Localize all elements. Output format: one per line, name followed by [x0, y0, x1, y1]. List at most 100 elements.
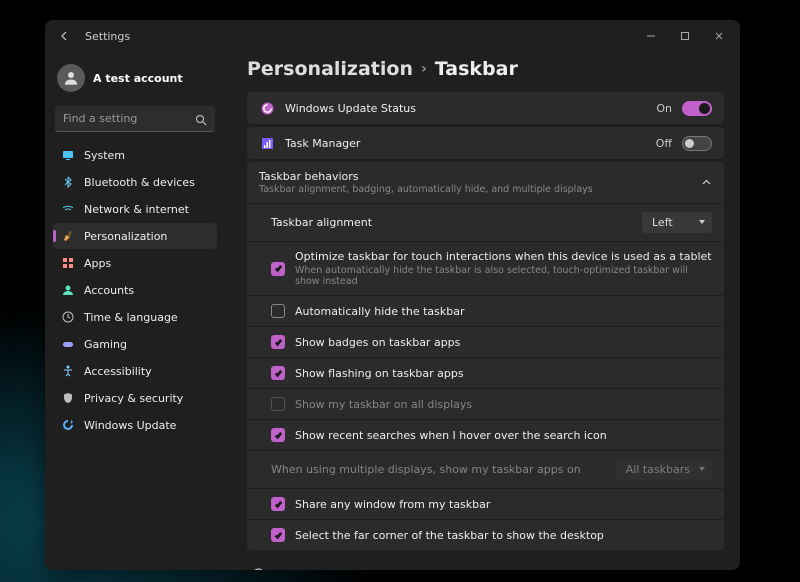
sidebar-item-privacy-security[interactable]: Privacy & security: [53, 385, 217, 411]
panel-subtitle: Taskbar alignment, badging, automaticall…: [259, 184, 701, 195]
grid-icon: [61, 256, 75, 270]
wifi-icon: [61, 202, 75, 216]
sidebar-item-label: Accounts: [84, 284, 134, 297]
sidebar-item-label: Time & language: [84, 311, 178, 324]
behavior-row: Show flashing on taskbar apps: [247, 357, 724, 388]
breadcrumb-parent[interactable]: Personalization: [247, 58, 413, 80]
alignment-dropdown[interactable]: Left: [642, 212, 712, 233]
checkbox[interactable]: [271, 366, 285, 380]
settings-window: Settings A test account System Bluetooth …: [45, 20, 740, 570]
alignment-label: Taskbar alignment: [271, 216, 632, 229]
sidebar-item-accounts[interactable]: Accounts: [53, 277, 217, 303]
chevron-up-icon: [701, 173, 712, 192]
behavior-row: Show recent searches when I hover over t…: [247, 419, 724, 450]
row-label: Show flashing on taskbar apps: [295, 367, 712, 380]
sidebar-item-label: Windows Update: [84, 419, 176, 432]
behavior-row: Show badges on taskbar apps: [247, 326, 724, 357]
checkbox[interactable]: [271, 262, 285, 276]
sidebar-item-label: Apps: [84, 257, 111, 270]
behavior-row: Show my taskbar on all displays: [247, 388, 724, 419]
search-input[interactable]: [55, 106, 215, 132]
sidebar-item-label: System: [84, 149, 125, 162]
checkbox[interactable]: [271, 428, 285, 442]
checkbox: [271, 397, 285, 411]
row-label: Optimize taskbar for touch interactions …: [295, 250, 712, 287]
setting-row: Task Manager Off: [247, 127, 724, 159]
person-icon: [61, 283, 75, 297]
back-button[interactable]: [49, 30, 81, 42]
sidebar-item-label: Accessibility: [84, 365, 152, 378]
checkbox[interactable]: [271, 528, 285, 542]
sidebar-item-label: Bluetooth & devices: [84, 176, 195, 189]
row-subtext: When automatically hide the taskbar is a…: [295, 265, 712, 287]
access-icon: [61, 364, 75, 378]
game-icon: [61, 337, 75, 351]
bt-icon: [61, 175, 75, 189]
checkbox[interactable]: [271, 335, 285, 349]
row-label: Share any window from my taskbar: [295, 498, 712, 511]
brush-icon: [61, 229, 75, 243]
sidebar-item-label: Gaming: [84, 338, 127, 351]
chevron-right-icon: ›: [421, 61, 427, 77]
checkbox[interactable]: [271, 497, 285, 511]
row-label: Select the far corner of the taskbar to …: [295, 529, 712, 542]
row-label: Automatically hide the taskbar: [295, 305, 712, 318]
maximize-button[interactable]: [668, 22, 702, 50]
taskmgr-icon: [259, 135, 275, 151]
checkbox[interactable]: [271, 304, 285, 318]
toggle-state: Off: [656, 137, 672, 150]
row-label: Show recent searches when I hover over t…: [295, 429, 712, 442]
sidebar-item-network-internet[interactable]: Network & internet: [53, 196, 217, 222]
sidebar-item-accessibility[interactable]: Accessibility: [53, 358, 217, 384]
sidebar-item-system[interactable]: System: [53, 142, 217, 168]
window-title: Settings: [85, 30, 130, 43]
row-label: Windows Update Status: [285, 102, 646, 115]
minimize-button[interactable]: [634, 22, 668, 50]
panel-title: Taskbar behaviors: [259, 170, 701, 183]
toggle-switch[interactable]: [682, 136, 712, 151]
get-help-link[interactable]: ? Get help: [247, 561, 724, 570]
taskbar-behaviors-panel: Taskbar behaviors Taskbar alignment, bad…: [247, 162, 724, 550]
taskbar-alignment-row: Taskbar alignment Left: [247, 203, 724, 241]
update-badge-icon: [259, 100, 275, 116]
dropdown: All taskbars: [616, 459, 712, 480]
clock-icon: [61, 310, 75, 324]
behavior-row: When using multiple displays, show my ta…: [247, 450, 724, 488]
avatar: [57, 64, 85, 92]
behavior-row: Optimize taskbar for touch interactions …: [247, 241, 724, 295]
sidebar-item-label: Personalization: [84, 230, 167, 243]
panel-header[interactable]: Taskbar behaviors Taskbar alignment, bad…: [247, 162, 724, 203]
shield-icon: [61, 391, 75, 405]
behavior-row: Automatically hide the taskbar: [247, 295, 724, 326]
sidebar-item-time-language[interactable]: Time & language: [53, 304, 217, 330]
search-icon: [195, 111, 207, 130]
behavior-row: Share any window from my taskbar: [247, 488, 724, 519]
update-icon: [61, 418, 75, 432]
close-button[interactable]: [702, 22, 736, 50]
breadcrumb: Personalization › Taskbar: [247, 56, 724, 92]
monitor-icon: [61, 148, 75, 162]
sidebar-item-label: Privacy & security: [84, 392, 183, 405]
help-icon: ?: [251, 567, 265, 570]
account-header[interactable]: A test account: [53, 56, 217, 106]
row-label: Task Manager: [285, 137, 646, 150]
account-name: A test account: [93, 72, 183, 85]
toggle-switch[interactable]: [682, 101, 712, 116]
sidebar-item-bluetooth-devices[interactable]: Bluetooth & devices: [53, 169, 217, 195]
search-box[interactable]: [55, 106, 215, 132]
sidebar-item-gaming[interactable]: Gaming: [53, 331, 217, 357]
toggle-state: On: [656, 102, 672, 115]
sidebar: A test account System Bluetooth & devices…: [45, 52, 225, 570]
setting-row: Windows Update Status On: [247, 92, 724, 124]
breadcrumb-current: Taskbar: [435, 58, 518, 80]
main-content: Personalization › Taskbar Windows Update…: [225, 52, 740, 570]
titlebar: Settings: [45, 20, 740, 52]
row-label: When using multiple displays, show my ta…: [271, 463, 606, 476]
row-label: Show badges on taskbar apps: [295, 336, 712, 349]
sidebar-item-personalization[interactable]: Personalization: [53, 223, 217, 249]
sidebar-item-windows-update[interactable]: Windows Update: [53, 412, 217, 438]
sidebar-item-label: Network & internet: [84, 203, 189, 216]
sidebar-item-apps[interactable]: Apps: [53, 250, 217, 276]
behavior-row: Select the far corner of the taskbar to …: [247, 519, 724, 550]
row-label: Show my taskbar on all displays: [295, 398, 712, 411]
